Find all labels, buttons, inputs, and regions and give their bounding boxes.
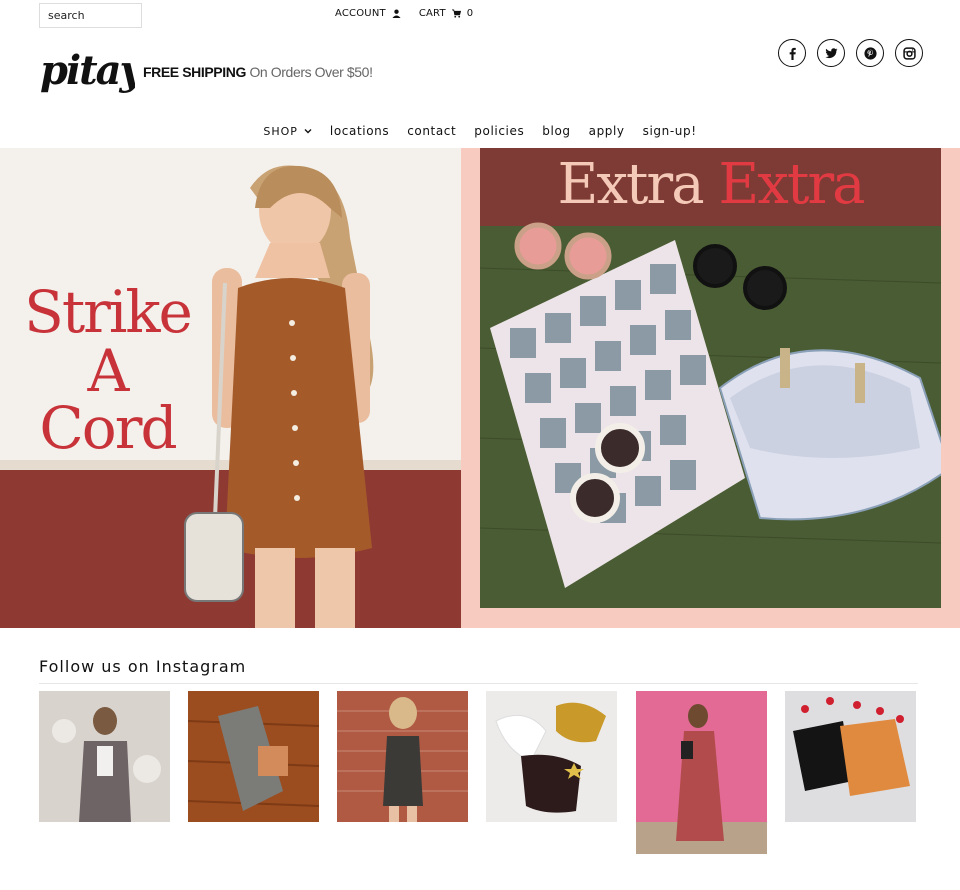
nav-item-blog[interactable]: blog [542, 124, 570, 138]
logo-mark: pitaya [40, 47, 167, 94]
twitter-link[interactable] [817, 39, 845, 67]
nav-locations-label: locations [329, 124, 390, 138]
facebook-icon [789, 47, 796, 60]
banner-strike-a-cord[interactable]: Strike A Cord [0, 148, 461, 628]
logo-text: pitaya [40, 47, 135, 94]
banner-left-line3: Cord [39, 394, 177, 462]
pinterest-icon [863, 46, 877, 60]
chevron-down-icon [304, 129, 312, 134]
nav-signup-label: sign-up! [642, 124, 697, 138]
nav-item-contact[interactable]: contact [407, 124, 456, 138]
banner-right-title: Extra Extra [480, 152, 941, 217]
banner-right-photo: Extra Extra [480, 148, 941, 608]
twitter-icon [824, 47, 837, 58]
nav-contact-label: contact [407, 124, 457, 138]
instagram-heading: Follow us on Instagram [39, 657, 247, 676]
banner-left-line2: A [87, 337, 130, 405]
instagram-photo [337, 691, 468, 822]
instagram-tile[interactable] [785, 691, 916, 822]
cart-icon [451, 9, 461, 18]
instagram-photo [636, 691, 767, 854]
banner-extra-extra[interactable]: Extra Extra [461, 148, 960, 628]
social-links [778, 39, 923, 67]
nav-item-shop[interactable]: SHOP [263, 124, 312, 138]
free-shipping-banner: FREE SHIPPING On Orders Over $50! [143, 64, 373, 80]
account-link[interactable]: ACCOUNT [335, 8, 401, 19]
nav-item-sign-up[interactable]: sign-up! [643, 124, 697, 138]
cart-count: 0 [466, 8, 474, 19]
flatlay-illustration [480, 222, 941, 588]
instagram-tile[interactable] [636, 691, 767, 854]
hero-section: Strike A Cord Extra Extra [0, 148, 960, 628]
instagram-tile[interactable] [39, 691, 170, 822]
instagram-photo [188, 691, 319, 822]
shipping-rest: On Orders Over $50! [249, 64, 373, 80]
nav-item-apply[interactable]: apply [589, 124, 625, 138]
cart-label: CART [418, 8, 446, 19]
instagram-divider [39, 683, 918, 684]
search-input[interactable] [39, 3, 142, 28]
nav-item-policies[interactable]: policies [474, 124, 524, 138]
instagram-tile[interactable] [337, 691, 468, 822]
banner-left-line1: Strike [24, 278, 193, 346]
instagram-icon [902, 46, 916, 60]
instagram-tile[interactable] [486, 691, 617, 822]
main-nav: SHOP locations contact policies blog app… [0, 124, 960, 138]
top-links: ACCOUNT CART 0 [335, 8, 473, 19]
banner-right-word1: Extra [557, 152, 704, 217]
facebook-link[interactable] [778, 39, 806, 67]
instagram-photo [486, 691, 617, 822]
nav-shop-label: SHOP [263, 124, 298, 138]
instagram-photo [39, 691, 170, 822]
cart-link[interactable]: CART 0 [419, 8, 474, 19]
shipping-bold: FREE SHIPPING [143, 64, 246, 80]
pinterest-link[interactable] [856, 39, 884, 67]
nav-policies-label: policies [474, 124, 525, 138]
nav-apply-label: apply [588, 124, 625, 138]
nav-item-locations[interactable]: locations [330, 124, 389, 138]
user-icon [392, 9, 401, 18]
account-label: ACCOUNT [335, 8, 386, 19]
instagram-tile[interactable] [188, 691, 319, 822]
nav-blog-label: blog [542, 124, 571, 138]
logo[interactable]: pitaya [40, 38, 167, 108]
banner-right-word2: Extra [718, 152, 865, 217]
instagram-link[interactable] [895, 39, 923, 67]
instagram-photo [785, 691, 916, 822]
